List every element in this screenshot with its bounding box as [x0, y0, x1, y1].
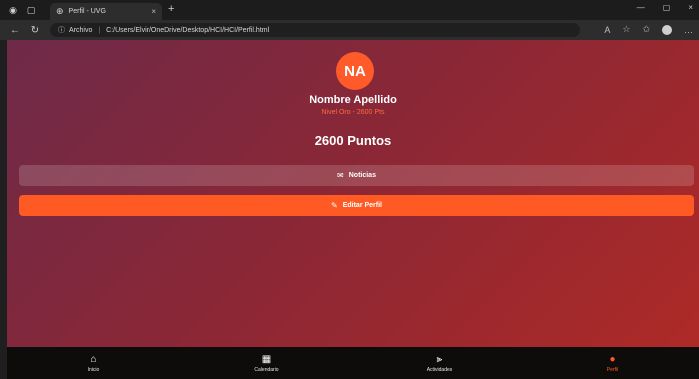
- address-bar: ← ↻ ⓘ Archivo | C:/Users/Elvir/OneDrive/…: [0, 20, 699, 40]
- tab-title: Perfil - UVG: [68, 8, 106, 15]
- close-tab-icon[interactable]: ×: [151, 7, 156, 16]
- dumbbell-icon: ⫸: [436, 353, 443, 365]
- home-icon: ⌂: [90, 353, 97, 365]
- profile-avatar-icon[interactable]: [662, 24, 672, 35]
- read-aloud-icon[interactable]: A: [604, 25, 610, 35]
- nav-item-perfil[interactable]: ● Perfil: [526, 347, 699, 379]
- maximize-button[interactable]: ▢: [663, 3, 671, 12]
- nav-item-calendario[interactable]: ▦ Calendario: [180, 347, 353, 379]
- nav-label: Inicio: [87, 366, 100, 373]
- browser-tab[interactable]: ⊕ Perfil - UVG ×: [50, 3, 162, 20]
- nav-item-inicio[interactable]: ⌂ Inicio: [7, 347, 180, 379]
- calendar-icon: ▦: [261, 353, 272, 365]
- bottom-nav: ⌂ Inicio ▦ Calendario ⫸ Actividades ● Pe…: [7, 347, 699, 379]
- globe-icon: ⊕: [56, 6, 64, 16]
- close-window-button[interactable]: ×: [688, 3, 693, 12]
- edit-profile-button-label: Editar Perfil: [342, 202, 382, 209]
- url-separator: |: [98, 26, 101, 34]
- reload-icon[interactable]: ↻: [30, 25, 40, 36]
- toolbar-actions: A ☆ ✩ …: [604, 24, 693, 35]
- nav-label: Calendario: [254, 366, 279, 373]
- nav-item-actividades[interactable]: ⫸ Actividades: [353, 347, 526, 379]
- envelope-icon: ✉: [337, 171, 344, 180]
- browser-menu-icon[interactable]: ◉: [8, 5, 18, 15]
- nav-label: Actividades: [426, 366, 453, 373]
- favorites-icon[interactable]: ✩: [642, 24, 650, 35]
- window-controls: — ▢ ×: [637, 3, 693, 12]
- avatar-initials: NA: [344, 62, 366, 80]
- user-name: Nombre Apellido: [309, 94, 397, 106]
- user-level: Nivel Oro - 2600 Pts: [321, 109, 385, 116]
- user-icon: ●: [609, 353, 616, 365]
- url-field[interactable]: ⓘ Archivo | C:/Users/Elvir/OneDrive/Desk…: [50, 23, 580, 37]
- url-text[interactable]: C:/Users/Elvir/OneDrive/Desktop/HCI/HCI/…: [106, 27, 269, 34]
- browser-window: ◉ ▢ ⊕ Perfil - UVG × + — ▢ × ← ↻ ⓘ Archi…: [0, 0, 699, 379]
- points-total: 2600 Puntos: [314, 133, 392, 148]
- scheme-label: Archivo: [69, 26, 93, 34]
- page-content: NA Nombre Apellido Nivel Oro - 2600 Pts …: [7, 40, 699, 379]
- new-tab-button[interactable]: +: [168, 3, 174, 15]
- nav-label: Perfil: [606, 366, 619, 373]
- back-arrow-icon[interactable]: ←: [10, 25, 20, 36]
- info-icon[interactable]: ⓘ: [58, 25, 65, 35]
- title-bar: ◉ ▢ ⊕ Perfil - UVG × + — ▢ ×: [0, 0, 699, 20]
- news-button-label: Noticias: [348, 172, 376, 179]
- more-options-icon[interactable]: …: [684, 25, 693, 35]
- avatar: NA: [336, 52, 374, 90]
- tab-actions-icon[interactable]: ▢: [26, 5, 36, 15]
- edit-profile-button[interactable]: ✎ Editar Perfil: [19, 195, 694, 216]
- minimize-button[interactable]: —: [637, 3, 645, 12]
- user-edit-icon: ✎: [331, 201, 338, 210]
- news-button[interactable]: ✉ Noticias: [19, 165, 694, 186]
- favorite-star-icon[interactable]: ☆: [622, 24, 630, 35]
